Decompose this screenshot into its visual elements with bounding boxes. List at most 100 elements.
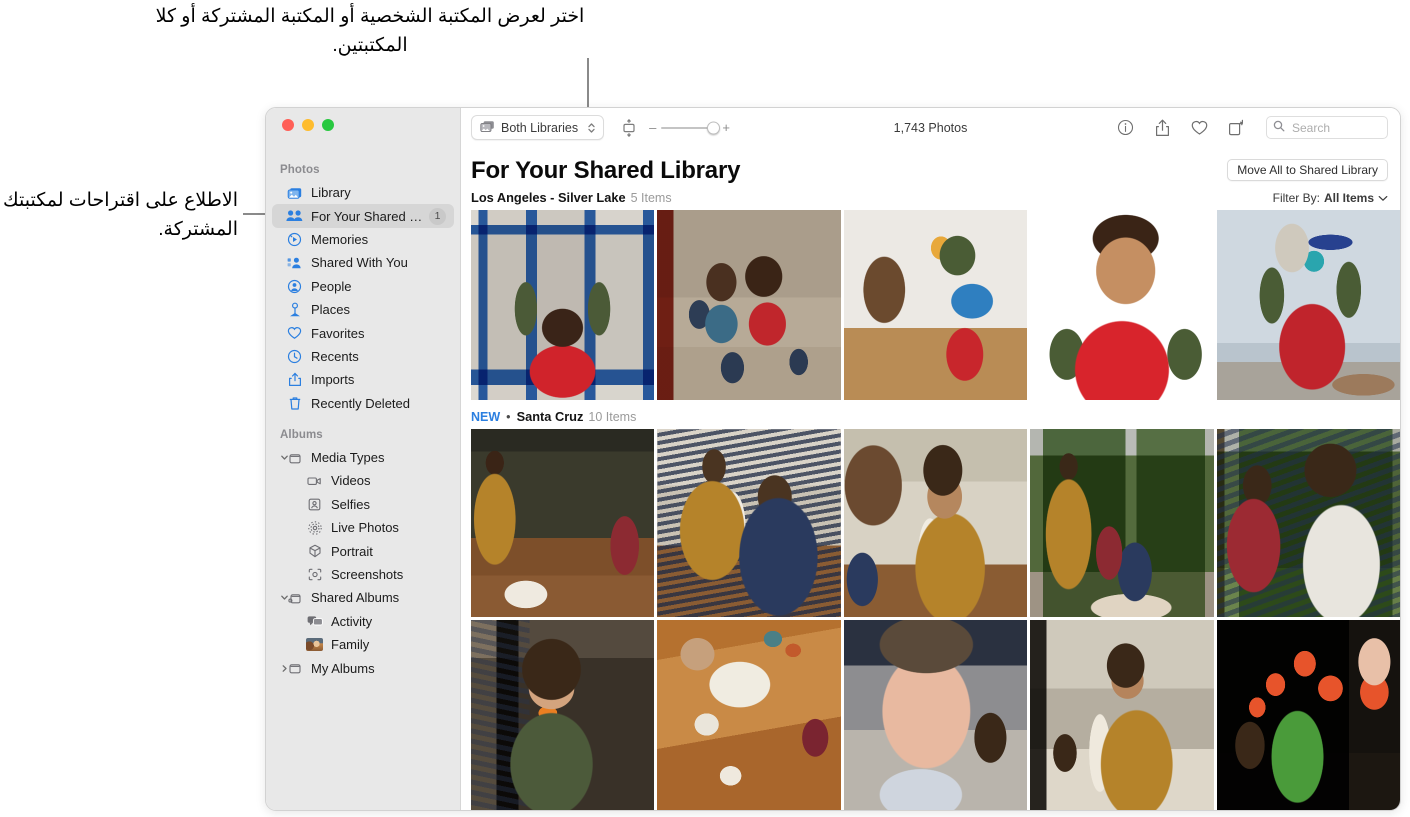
filter-control[interactable]: Filter By: All Items xyxy=(1273,191,1388,205)
photo-subject xyxy=(1030,210,1214,401)
photo-tile-smiling-child-orange-tree[interactable] xyxy=(1030,210,1214,401)
sidebar-item-selfies[interactable]: Selfies xyxy=(272,493,454,516)
photo-tile-family-at-window[interactable] xyxy=(1030,429,1214,618)
move-all-to-shared-library-button[interactable]: Move All to Shared Library xyxy=(1227,159,1388,181)
sidebar-item-label: For Your Shared Library xyxy=(311,208,429,224)
photo-tile-kitchen-baking-wide[interactable] xyxy=(471,429,655,618)
sidebar-item-my-albums[interactable]: My Albums xyxy=(272,656,454,679)
sidebar-item-label: Family xyxy=(331,637,370,653)
photo-tile-two-children-on-bed[interactable] xyxy=(657,210,841,401)
thumbnail-size-slider[interactable]: – + xyxy=(649,120,730,135)
sidebar-item-label: Memories xyxy=(311,231,369,247)
photo-subject xyxy=(471,620,655,810)
section-header: NEW • Santa Cruz 10 Items xyxy=(471,400,1400,429)
photo-subject xyxy=(1216,620,1400,810)
slider-knob[interactable] xyxy=(707,121,721,134)
photo-tile-child-with-megaphone[interactable] xyxy=(1216,210,1400,401)
stepper-chevrons-icon[interactable] xyxy=(587,121,596,135)
chevron-right-icon[interactable] xyxy=(278,662,290,674)
photo-grid-row[interactable] xyxy=(471,429,1400,618)
places-icon xyxy=(286,301,303,318)
photo-tile-child-at-blue-window[interactable] xyxy=(471,210,655,401)
aspect-fit-icon[interactable] xyxy=(621,118,637,137)
filter-value: All Items xyxy=(1323,191,1374,206)
toolbar-actions xyxy=(1116,116,1388,139)
sidebar-item-people[interactable]: People xyxy=(272,275,454,298)
close-button[interactable] xyxy=(282,119,294,131)
zoom-button[interactable] xyxy=(322,119,334,131)
sidebar-item-screenshots[interactable]: Screenshots xyxy=(272,563,454,586)
sidebar-item-label: Videos xyxy=(331,473,371,489)
sidebar-scroll[interactable]: Photos Library For Your Shared Lib 1 Mem… xyxy=(266,108,460,680)
sidebar-item-shared-albums[interactable]: Shared Albums xyxy=(272,586,454,609)
share-icon[interactable] xyxy=(1153,119,1171,137)
chevron-down-icon[interactable] xyxy=(278,452,290,464)
toolbar: Both Libraries – + 1,743 Photos Search xyxy=(461,108,1400,147)
photo-subject xyxy=(843,429,1028,618)
sidebar-item-memories[interactable]: Memories xyxy=(272,228,454,251)
chevron-down-icon[interactable] xyxy=(278,592,290,604)
video-icon xyxy=(306,472,323,489)
sidebar-item-family[interactable]: Family xyxy=(272,633,454,656)
sidebar-item-recents[interactable]: Recents xyxy=(272,345,454,368)
sidebar-item-recently-deleted[interactable]: Recently Deleted xyxy=(272,392,454,415)
page-header: For Your Shared Library Move All to Shar… xyxy=(471,147,1400,183)
photo-subject xyxy=(1216,210,1400,401)
sidebar-item-label: Places xyxy=(311,302,351,318)
sidebar-item-imports[interactable]: Imports xyxy=(272,368,454,391)
sidebar-item-activity[interactable]: Activity xyxy=(272,610,454,633)
photo-subject xyxy=(1216,429,1400,618)
live-photo-icon xyxy=(306,519,323,536)
heart-icon xyxy=(286,325,303,342)
search-field[interactable] xyxy=(1266,116,1388,139)
library-picker[interactable]: Both Libraries xyxy=(471,115,605,140)
search-input[interactable] xyxy=(1290,119,1381,136)
photo-grid-row[interactable] xyxy=(471,620,1400,810)
search-icon xyxy=(1273,119,1285,137)
minimize-button[interactable] xyxy=(302,119,314,131)
slider-track[interactable] xyxy=(661,121,721,134)
heart-icon[interactable] xyxy=(1190,119,1208,137)
shared-with-you-icon xyxy=(286,254,303,271)
content-area[interactable]: For Your Shared Library Move All to Shar… xyxy=(461,147,1400,810)
library-icon xyxy=(286,184,303,201)
photo-tile-mother-laughing-flour[interactable] xyxy=(843,429,1028,618)
activity-icon xyxy=(306,613,323,630)
library-picker-label: Both Libraries xyxy=(501,120,579,135)
import-icon xyxy=(286,371,303,388)
sidebar-item-library[interactable]: Library xyxy=(272,181,454,204)
photo-tile-hands-kneading-dough[interactable] xyxy=(657,620,841,810)
info-icon[interactable] xyxy=(1116,119,1134,137)
photo-tile-mother-and-child-baking[interactable] xyxy=(657,429,841,618)
photo-grid-row[interactable] xyxy=(471,210,1400,401)
sidebar-item-label: Favorites xyxy=(311,325,365,341)
main-area: Both Libraries – + 1,743 Photos Search F… xyxy=(461,108,1400,810)
chevron-down-icon[interactable] xyxy=(1378,191,1388,205)
sidebar-item-portrait[interactable]: Portrait xyxy=(272,539,454,562)
sidebar-item-live-photos[interactable]: Live Photos xyxy=(272,516,454,539)
photo-tile-baby-with-tulips[interactable] xyxy=(1216,620,1400,810)
photo-tile-mother-smiling-towel[interactable] xyxy=(1030,620,1214,810)
photo-tile-child-floury-face[interactable] xyxy=(843,620,1028,810)
sidebar-item-favorites[interactable]: Favorites xyxy=(272,321,454,344)
rotate-icon[interactable] xyxy=(1227,119,1245,137)
section-title: Los Angeles - Silver Lake xyxy=(471,190,626,206)
sidebar-item-label: Library xyxy=(311,185,351,201)
sidebar-section-header-photos: Photos xyxy=(280,164,320,176)
sidebar-item-shared-with-you[interactable]: Shared With You xyxy=(272,251,454,274)
photo-tile-two-children-window[interactable] xyxy=(1216,429,1400,618)
sidebar-item-media-types[interactable]: Media Types xyxy=(272,446,454,469)
photo-tile-child-eating-orange[interactable] xyxy=(471,620,655,810)
zoom-out-label[interactable]: – xyxy=(649,120,656,135)
photo-subject xyxy=(471,429,655,618)
sidebar-item-for-your-shared-library[interactable]: For Your Shared Library 1 xyxy=(272,204,454,228)
sidebar: Photos Library For Your Shared Lib 1 Mem… xyxy=(266,108,461,810)
sidebar-item-places[interactable]: Places xyxy=(272,298,454,321)
photo-tile-child-with-guitar[interactable] xyxy=(843,210,1028,401)
selfie-icon xyxy=(306,496,323,513)
photo-subject xyxy=(1030,429,1214,618)
zoom-in-label[interactable]: + xyxy=(722,120,730,135)
sidebar-item-label: Shared With You xyxy=(311,255,408,271)
sidebar-item-label: Activity xyxy=(331,613,373,629)
sidebar-item-videos[interactable]: Videos xyxy=(272,469,454,492)
